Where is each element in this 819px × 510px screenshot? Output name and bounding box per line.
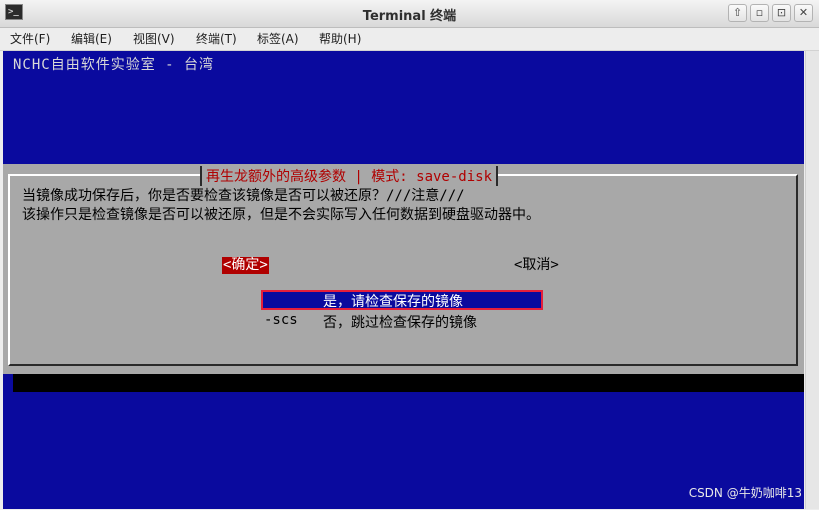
option-yes-label[interactable]: 是，请检查保存的镜像 [323, 291, 463, 311]
minimize-button[interactable]: ▫ [750, 4, 769, 22]
dialog-shadow [13, 374, 804, 392]
menu-help[interactable]: 帮助(H) [319, 30, 361, 47]
window-title: Terminal 终端 [362, 9, 457, 24]
menu-view[interactable]: 视图(V) [133, 30, 175, 47]
menu-edit[interactable]: 编辑(E) [71, 30, 112, 47]
menu-file[interactable]: 文件(F) [10, 30, 50, 47]
dialog-title: 再生龙额外的高级参数 | 模式: save-disk [200, 166, 499, 186]
menu-bar: 文件(F) 编辑(E) 视图(V) 终端(T) 标签(A) 帮助(H) [0, 28, 819, 51]
watermark: CSDN @牛奶咖啡13 [688, 486, 802, 500]
option-no-label[interactable]: 否，跳过检查保存的镜像 [323, 312, 477, 332]
cancel-button[interactable]: <取消> [514, 257, 559, 274]
dialog-message-line2: 该操作只是检查镜像是否可以被还原，但是不会实际写入任何数据到硬盘驱动器中。 [22, 207, 540, 223]
ok-button[interactable]: <确定> [222, 257, 269, 274]
title-bar: >_ Terminal 终端 ⇧ ▫ ⊡ ✕ [0, 0, 819, 28]
dialog: 再生龙额外的高级参数 | 模式: save-disk 当镜像成功保存后，你是否要… [3, 164, 804, 374]
banner-text: NCHC自由软件实验室 - 台湾 [13, 57, 215, 73]
scrollbar[interactable] [805, 51, 819, 509]
dialog-message-line1: 当镜像成功保存后，你是否要检查该镜像是否可以被还原？///注意/// [22, 188, 465, 204]
terminal-area[interactable]: NCHC自由软件实验室 - 台湾 再生龙额外的高级参数 | 模式: save-d… [3, 51, 804, 509]
close-button[interactable]: ✕ [794, 4, 813, 22]
shade-button[interactable]: ⇧ [728, 4, 747, 22]
option-no-tag[interactable]: -scs [264, 312, 298, 328]
menu-terminal[interactable]: 终端(T) [196, 30, 237, 47]
menu-tabs[interactable]: 标签(A) [257, 30, 299, 47]
maximize-button[interactable]: ⊡ [772, 4, 791, 22]
